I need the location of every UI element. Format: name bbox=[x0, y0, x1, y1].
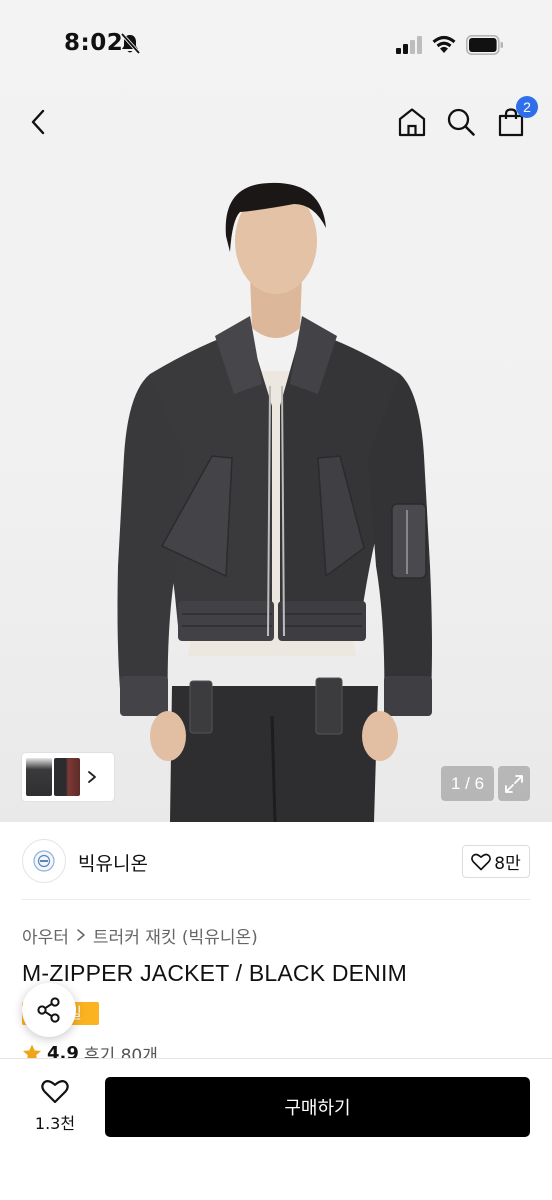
buy-button[interactable]: 구매하기 bbox=[105, 1077, 530, 1137]
home-button[interactable] bbox=[392, 100, 432, 144]
expand-image-button[interactable] bbox=[498, 766, 530, 801]
brand-name[interactable]: 빅유니온 bbox=[78, 849, 148, 876]
chevron-right-icon bbox=[88, 771, 96, 783]
product-title: M-ZIPPER JACKET / BLACK DENIM bbox=[22, 960, 407, 986]
status-bar: 8:02 bbox=[0, 0, 552, 92]
breadcrumb-category[interactable]: 아우터 bbox=[22, 923, 69, 948]
thumbnail-strip[interactable] bbox=[22, 753, 114, 801]
search-button[interactable] bbox=[441, 100, 481, 144]
brand-emblem-icon bbox=[33, 850, 55, 872]
search-icon bbox=[447, 108, 475, 136]
heart-icon bbox=[471, 853, 492, 870]
share-button[interactable] bbox=[22, 983, 76, 1037]
brand-like-button[interactable]: 8만 bbox=[462, 845, 530, 878]
breadcrumb: 아우터 트러커 재킷 (빅유니온) bbox=[22, 923, 258, 948]
product-image[interactable] bbox=[0, 156, 552, 822]
bell-off-icon bbox=[120, 33, 140, 55]
thumbnail-1[interactable] bbox=[26, 758, 52, 796]
heart-icon bbox=[41, 1080, 69, 1104]
brand-row: 빅유니온 8만 bbox=[0, 822, 552, 900]
thumbnail-2[interactable] bbox=[54, 758, 80, 796]
top-nav-bar: 2 bbox=[0, 92, 552, 156]
battery-icon bbox=[466, 35, 503, 55]
wifi-icon bbox=[432, 35, 456, 53]
status-time: 8:02 bbox=[64, 30, 124, 56]
cart-button[interactable]: 2 bbox=[491, 96, 538, 144]
home-icon bbox=[398, 108, 426, 137]
chevron-right-icon bbox=[77, 929, 85, 941]
expand-icon bbox=[505, 774, 523, 793]
product-hero: 8:02 2 1 / 6 bbox=[0, 0, 552, 822]
brand-like-count: 8만 bbox=[494, 854, 521, 874]
breadcrumb-subcategory[interactable]: 트러커 재킷 (빅유니온) bbox=[93, 923, 258, 948]
brand-logo[interactable] bbox=[22, 839, 66, 883]
cart-count-badge: 2 bbox=[516, 96, 538, 118]
bottom-action-bar: 1.3천 구매하기 bbox=[0, 1058, 552, 1200]
wishlist-count: 1.3천 bbox=[34, 1114, 76, 1133]
wishlist-button[interactable]: 1.3천 bbox=[24, 1079, 86, 1139]
cellular-signal-icon bbox=[396, 36, 422, 54]
share-icon bbox=[37, 997, 60, 1023]
divider bbox=[22, 899, 530, 900]
chevron-left-icon bbox=[31, 109, 45, 135]
back-button[interactable] bbox=[18, 100, 58, 144]
image-page-indicator: 1 / 6 bbox=[441, 766, 494, 801]
